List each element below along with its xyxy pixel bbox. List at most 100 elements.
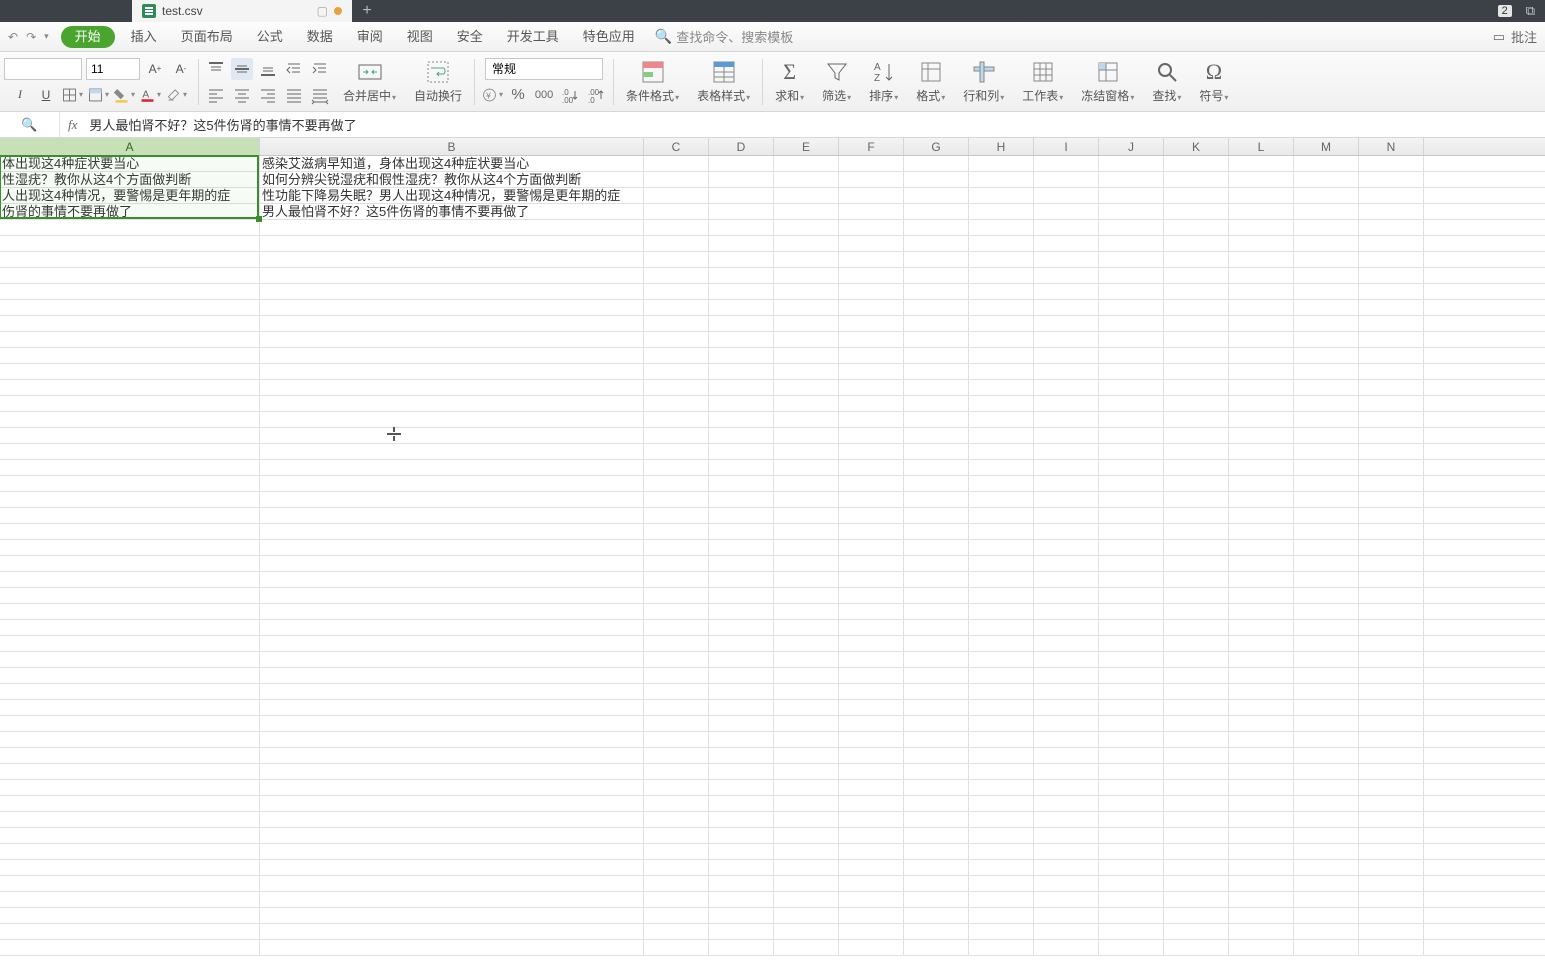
underline-button[interactable]: U [35, 84, 57, 106]
active-tab[interactable]: test.csv ▢ [132, 0, 352, 22]
fill-color-button[interactable]: ▾ [113, 84, 135, 106]
freeze-panes-button[interactable]: 冻结窗格▾ [1075, 57, 1140, 106]
menu-devtools[interactable]: 开发工具 [495, 22, 571, 52]
decrease-font-button[interactable]: A- [170, 58, 192, 80]
titlebar-right: 2 ⧉ [1488, 0, 1545, 22]
format-label: 格式 [916, 89, 940, 103]
rowcol-button[interactable]: 行和列▾ [957, 57, 1010, 106]
currency-button[interactable]: ¥▾ [481, 84, 503, 106]
halign-left-button[interactable] [205, 84, 227, 106]
col-header-C[interactable]: C [644, 138, 709, 155]
titlebar: test.csv ▢ + 2 ⧉ [0, 0, 1545, 22]
menu-start[interactable]: 开始 [61, 26, 115, 48]
editing-group: Σ 求和▾ 筛选▾ AZ 排序▾ 格式▾ 行和列▾ 工作表▾ 冻结窗格▾ [769, 57, 1234, 106]
notification-badge[interactable]: 2 [1498, 5, 1512, 17]
col-header-I[interactable]: I [1034, 138, 1099, 155]
menu-security[interactable]: 安全 [445, 22, 495, 52]
halign-center-button[interactable] [231, 84, 253, 106]
menu-data[interactable]: 数据 [295, 22, 345, 52]
qat-dropdown[interactable]: ▾ [44, 31, 49, 42]
sum-button[interactable]: Σ 求和▾ [769, 57, 810, 106]
merge-center-button[interactable]: 合并居中▾ [337, 57, 402, 106]
indent-decrease-button[interactable] [283, 58, 305, 80]
find-label: 查找 [1152, 89, 1176, 103]
menu-review[interactable]: 审阅 [345, 22, 395, 52]
name-box[interactable]: 🔍 [0, 112, 60, 137]
selection-rectangle [0, 155, 259, 219]
col-header-K[interactable]: K [1164, 138, 1229, 155]
font-size-select[interactable] [86, 58, 140, 80]
col-header-J[interactable]: J [1099, 138, 1164, 155]
sum-label: 求和 [775, 89, 799, 103]
number-format-select[interactable] [485, 58, 603, 80]
cell[interactable]: 如何分辨尖锐湿疣和假性湿疣？教你从这4个方面做判断 [260, 172, 642, 188]
menu-formula[interactable]: 公式 [245, 22, 295, 52]
col-header-D[interactable]: D [709, 138, 774, 155]
valign-mid-button[interactable] [231, 58, 253, 80]
increase-font-button[interactable]: A+ [144, 58, 166, 80]
menu-view[interactable]: 视图 [395, 22, 445, 52]
cell[interactable]: 性功能下降易失眠？男人出现这4种情况，要警惕是更年期的症 [260, 188, 642, 204]
cell-style-button[interactable]: ▾ [87, 84, 109, 106]
col-header-G[interactable]: G [904, 138, 969, 155]
valign-top-button[interactable] [205, 58, 227, 80]
filter-button[interactable]: 筛选▾ [816, 57, 857, 106]
col-header-E[interactable]: E [774, 138, 839, 155]
col-header-F[interactable]: F [839, 138, 904, 155]
command-search[interactable]: 🔍 查找命令、搜索模板 [647, 27, 801, 46]
cell[interactable]: 感染艾滋病早知道，身体出现这4种症状要当心 [260, 156, 642, 172]
selection-fill-handle[interactable] [256, 216, 262, 222]
svg-text:A: A [874, 62, 881, 73]
formula-text[interactable]: 男人最怕肾不好？这5件伤肾的事情不要再做了 [85, 115, 1545, 134]
border-button[interactable]: ▾ [61, 84, 83, 106]
comment-icon[interactable]: ▭ [1493, 29, 1505, 45]
col-header-M[interactable]: M [1294, 138, 1359, 155]
worksheet-button[interactable]: 工作表▾ [1016, 57, 1069, 106]
unsaved-indicator-icon [334, 7, 342, 15]
comment-label[interactable]: 批注 [1511, 27, 1537, 46]
halign-right-button[interactable] [257, 84, 279, 106]
font-color-button[interactable]: A▾ [139, 84, 161, 106]
menu-layout[interactable]: 页面布局 [169, 22, 245, 52]
undo-button[interactable]: ↶ [8, 30, 18, 44]
tab-preview-icon[interactable]: ▢ [317, 4, 328, 18]
menu-insert[interactable]: 插入 [119, 22, 169, 52]
col-header-H[interactable]: H [969, 138, 1034, 155]
symbol-button[interactable]: Ω 符号▾ [1193, 57, 1234, 106]
col-header-N[interactable]: N [1359, 138, 1424, 155]
col-header-L[interactable]: L [1229, 138, 1294, 155]
wrap-text-button[interactable]: 自动换行 [408, 57, 468, 106]
increase-decimal-button[interactable]: .0.00 [559, 84, 581, 106]
font-name-select[interactable] [4, 58, 82, 80]
cell[interactable]: 男人最怕肾不好？这5件伤肾的事情不要再做了 [260, 204, 642, 220]
redo-button[interactable]: ↷ [26, 30, 36, 44]
table-style-label: 表格样式 [697, 89, 745, 103]
menu-special[interactable]: 特色应用 [571, 22, 647, 52]
valign-bot-button[interactable] [257, 58, 279, 80]
column-headers[interactable]: ABCDEFGHIJKLMN [0, 138, 1545, 156]
alignment-group: 合并居中▾ 自动换行 [205, 57, 468, 106]
spreadsheet-grid[interactable]: ABCDEFGHIJKLMN 体出现这4种症状要当心性湿疣？教你从这4个方面做判… [0, 138, 1545, 966]
format-button[interactable]: 格式▾ [910, 57, 951, 106]
svg-text:A: A [142, 89, 149, 100]
halign-distribute-button[interactable] [309, 84, 331, 106]
clear-format-button[interactable]: ▾ [165, 84, 187, 106]
formula-bar: 🔍 fx 男人最怕肾不好？这5件伤肾的事情不要再做了 [0, 112, 1545, 138]
thousands-button[interactable]: 000 [533, 84, 555, 106]
halign-justify-button[interactable] [283, 84, 305, 106]
indent-increase-button[interactable] [309, 58, 331, 80]
sort-button[interactable]: AZ 排序▾ [863, 57, 904, 106]
percent-button[interactable]: % [507, 84, 529, 106]
new-tab-button[interactable]: + [352, 0, 382, 22]
italic-button[interactable]: I [9, 84, 31, 106]
find-button[interactable]: 查找▾ [1146, 57, 1187, 106]
col-header-B[interactable]: B [260, 138, 644, 155]
decrease-decimal-button[interactable]: .00.0 [585, 84, 607, 106]
conditional-format-label: 条件格式 [626, 89, 674, 103]
apparel-icon[interactable]: ⧉ [1526, 3, 1535, 19]
table-style-button[interactable]: 表格样式▾ [691, 57, 756, 106]
col-header-A[interactable]: A [0, 138, 260, 155]
fx-icon[interactable]: fx [60, 117, 85, 133]
conditional-format-button[interactable]: 条件格式▾ [620, 57, 685, 106]
cells-area[interactable]: 体出现这4种症状要当心性湿疣？教你从这4个方面做判断人出现这4种情况，要警惕是更… [0, 156, 1545, 956]
